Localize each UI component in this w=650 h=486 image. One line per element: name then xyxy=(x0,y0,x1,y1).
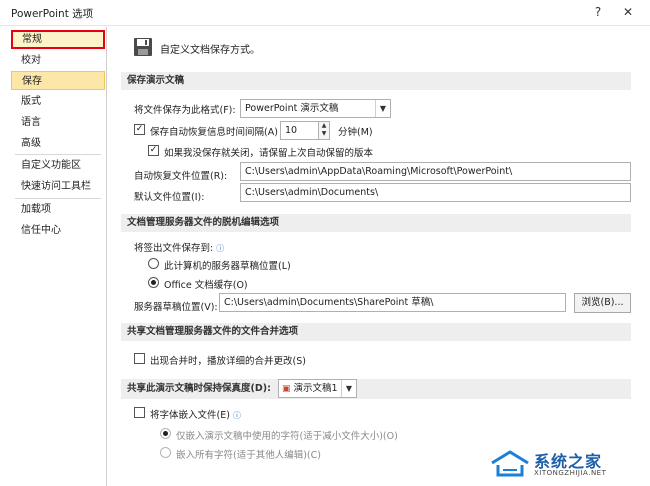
title-bar: PowerPoint 选项 ? ✕ xyxy=(0,0,650,26)
sidebar-divider xyxy=(15,154,101,155)
autorecover-label: 保存自动恢复信息时间间隔(A) xyxy=(150,127,278,138)
save-format-label: 将文件保存为此格式(F): xyxy=(134,105,236,116)
save-checked-out-text: 将签出文件保存到: xyxy=(134,243,214,254)
sidebar-item-quick-access[interactable]: 快速访问工具栏 xyxy=(11,177,105,196)
embed-fonts-label: 将字体嵌入文件(E) ⓘ xyxy=(150,407,241,421)
drafts-location-input[interactable]: C:\Users\admin\Documents\SharePoint 草稿\ xyxy=(219,293,566,312)
embed-fonts-checkbox[interactable] xyxy=(134,407,145,418)
floppy-disk-icon xyxy=(134,38,152,56)
close-button[interactable]: ✕ xyxy=(618,3,638,21)
autorecover-minutes-input[interactable]: 10 xyxy=(280,121,319,140)
autorecover-location-input[interactable]: C:\Users\admin\AppData\Roaming\Microsoft… xyxy=(240,162,631,181)
section-fidelity: 共享此演示文稿时保持保真度(D): xyxy=(121,379,631,399)
minutes-spinner[interactable]: ▲ ▼ xyxy=(318,121,330,140)
watermark-url: XITONGZHIJIA.NET xyxy=(534,469,607,477)
sidebar-item-trust-center[interactable]: 信任中心 xyxy=(11,221,105,240)
embed-fonts-text: 将字体嵌入文件(E) xyxy=(150,410,230,421)
minutes-label: 分钟(M) xyxy=(338,127,373,138)
fidelity-presentation-select[interactable]: ▣ 演示文稿1 ▼ xyxy=(278,379,357,398)
keep-last-version-label: 如果我没保存就关闭，请保留上次自动保留的版本 xyxy=(164,148,374,159)
radio-server-drafts-label: 此计算机的服务器草稿位置(L) xyxy=(164,261,291,272)
drafts-location-label: 服务器草稿位置(V): xyxy=(134,302,218,313)
info-icon: ⓘ xyxy=(232,411,241,420)
sidebar-item-advanced[interactable]: 高级 xyxy=(11,134,105,153)
presentation-icon: ▣ xyxy=(282,384,291,394)
keep-last-version-checkbox[interactable]: ✓ xyxy=(148,145,159,156)
fidelity-presentation-value: 演示文稿1 xyxy=(293,383,338,394)
default-location-input[interactable]: C:\Users\admin\Documents\ xyxy=(240,183,631,202)
sidebar-divider xyxy=(15,198,101,199)
page-header: 自定义文档保存方式。 xyxy=(160,45,260,56)
autorecover-checkbox[interactable]: ✓ xyxy=(134,124,145,135)
section-offline-editing: 文档管理服务器文件的脱机编辑选项 xyxy=(121,214,631,232)
radio-office-cache-label: Office 文档缓存(O) xyxy=(164,280,248,291)
sidebar-item-addins[interactable]: 加载项 xyxy=(11,200,105,219)
fidelity-label: 共享此演示文稿时保持保真度(D): xyxy=(127,383,271,394)
sidebar-item-language[interactable]: 语言 xyxy=(11,113,105,132)
chevron-down-icon: ▼ xyxy=(375,100,390,117)
help-button[interactable]: ? xyxy=(588,3,608,21)
chevron-down-icon: ▼ xyxy=(341,380,356,397)
radio-embed-all-chars[interactable] xyxy=(160,447,171,458)
sidebar: 常规 校对 保存 版式 语言 高级 自定义功能区 快速访问工具栏 加载项 信任中… xyxy=(11,27,107,486)
sidebar-item-general[interactable]: 常规 xyxy=(11,30,105,49)
browse-button[interactable]: 浏览(B)... xyxy=(574,293,631,313)
radio-embed-used-chars[interactable] xyxy=(160,428,171,439)
sidebar-item-customize-ribbon[interactable]: 自定义功能区 xyxy=(11,156,105,175)
window-title: PowerPoint 选项 xyxy=(11,8,94,20)
radio-office-cache[interactable] xyxy=(148,277,159,288)
save-format-value: PowerPoint 演示文稿 xyxy=(245,103,339,114)
sidebar-item-proofing[interactable]: 校对 xyxy=(11,51,105,70)
autorecover-location-label: 自动恢复文件位置(R): xyxy=(134,171,228,182)
save-format-select[interactable]: PowerPoint 演示文稿 ▼ xyxy=(240,99,391,118)
save-options-panel: 自定义文档保存方式。 保存演示文稿 将文件保存为此格式(F): PowerPoi… xyxy=(113,27,650,486)
show-merge-details-checkbox[interactable] xyxy=(134,353,145,364)
info-icon: ⓘ xyxy=(216,244,225,253)
sidebar-item-layout[interactable]: 版式 xyxy=(11,92,105,111)
watermark-house-icon xyxy=(491,450,529,477)
watermark-logo: 系统之家 XITONGZHIJIA.NET xyxy=(488,446,638,480)
radio-server-drafts[interactable] xyxy=(148,258,159,269)
radio-embed-all-chars-label: 嵌入所有字符(适于其他人编辑)(C) xyxy=(176,450,321,461)
default-location-label: 默认文件位置(I): xyxy=(134,192,205,203)
sidebar-item-save[interactable]: 保存 xyxy=(11,71,105,90)
section-merge-options: 共享文档管理服务器文件的文件合并选项 xyxy=(121,323,631,341)
show-merge-details-label: 出现合并时，播放详细的合并更改(S) xyxy=(150,356,306,367)
section-save-presentation: 保存演示文稿 xyxy=(121,72,631,90)
radio-embed-used-chars-label: 仅嵌入演示文稿中使用的字符(适于减小文件大小)(O) xyxy=(176,431,398,442)
save-checked-out-label: 将签出文件保存到: ⓘ xyxy=(134,240,224,254)
